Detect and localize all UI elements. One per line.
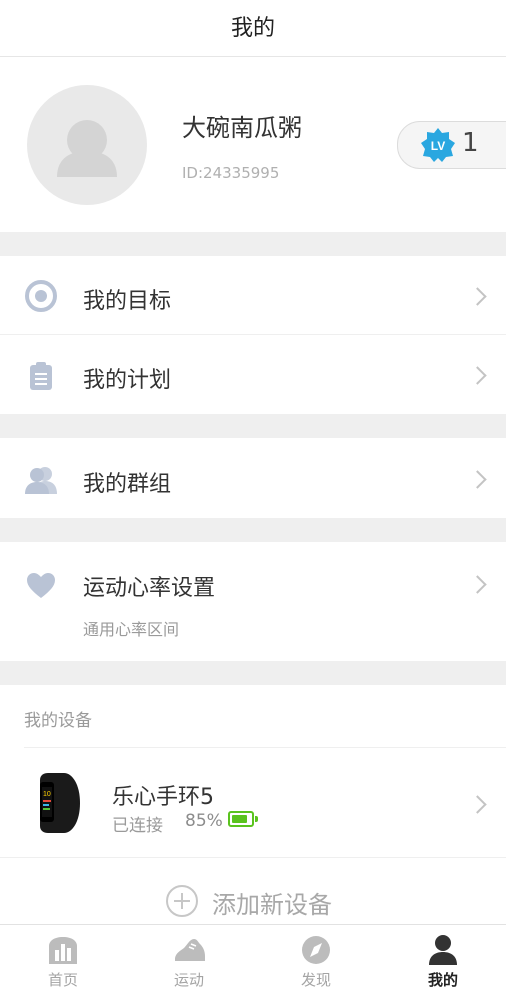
heart-icon (27, 573, 55, 598)
menu-item-goals[interactable]: 我的目标 (0, 256, 506, 335)
tab-label: 首页 (47, 971, 78, 989)
group-icon (25, 467, 57, 494)
chevron-right-icon (468, 366, 487, 385)
top-bar: 我的 (0, 0, 506, 57)
section-separator (0, 518, 506, 542)
tab-home[interactable]: 首页 (0, 924, 126, 1000)
device-item[interactable]: 10 乐心手环5 已连接 85% (0, 748, 506, 858)
tab-mine[interactable]: 我的 (380, 924, 506, 1000)
target-icon (25, 280, 57, 312)
clipboard-icon (30, 362, 52, 390)
chevron-right-icon (468, 287, 487, 306)
svg-text:10: 10 (43, 791, 51, 798)
user-id: ID:24335995 (182, 164, 280, 182)
battery-tip (255, 816, 258, 822)
tab-exercise[interactable]: 运动 (126, 924, 252, 1000)
page-title: 我的 (230, 16, 275, 41)
device-status: 已连接 (112, 816, 163, 836)
default-avatar-icon (57, 120, 117, 177)
tab-label: 发现 (300, 971, 331, 989)
section-separator (0, 414, 506, 438)
chevron-right-icon (468, 575, 487, 594)
chevron-right-icon (468, 470, 487, 489)
section-separator (0, 661, 506, 685)
menu-item-groups[interactable]: 我的群组 (0, 438, 506, 518)
level-star-icon: LV (421, 128, 455, 162)
add-circle-icon[interactable] (166, 885, 198, 917)
menu-item-heart-rate-settings[interactable]: 运动心率设置 通用心率区间 (0, 542, 506, 661)
menu-item-plans[interactable]: 我的计划 (0, 335, 506, 414)
battery-icon (228, 811, 254, 827)
shoe-icon (175, 939, 205, 961)
menu-item-label: 我的计划 (83, 368, 172, 393)
menu-item-label: 我的目标 (83, 289, 172, 314)
level-badge-text: LV (431, 139, 445, 153)
battery-fill (232, 815, 247, 823)
section-separator (0, 232, 506, 256)
menu-item-label: 运动心率设置 (83, 576, 216, 601)
menu-item-sublabel: 通用心率区间 (83, 620, 180, 639)
fitness-band-icon: 10 (40, 773, 80, 833)
menu-item-label: 我的群组 (83, 472, 172, 497)
person-icon (429, 935, 457, 965)
compass-icon (302, 936, 330, 964)
add-device-label[interactable]: 添加新设备 (212, 885, 332, 920)
battery-percent: 85% (185, 811, 223, 831)
tab-label: 运动 (173, 971, 204, 989)
devices-title: 我的设备 (24, 711, 92, 731)
tab-label: 我的 (427, 971, 458, 989)
user-name: 大碗南瓜粥 (182, 114, 302, 142)
home-chart-icon (49, 937, 77, 964)
chevron-right-icon (468, 795, 487, 814)
tab-discover[interactable]: 发现 (253, 924, 379, 1000)
device-name: 乐心手环5 (112, 785, 214, 810)
avatar[interactable] (27, 85, 147, 205)
level-number: 1 (462, 128, 479, 158)
